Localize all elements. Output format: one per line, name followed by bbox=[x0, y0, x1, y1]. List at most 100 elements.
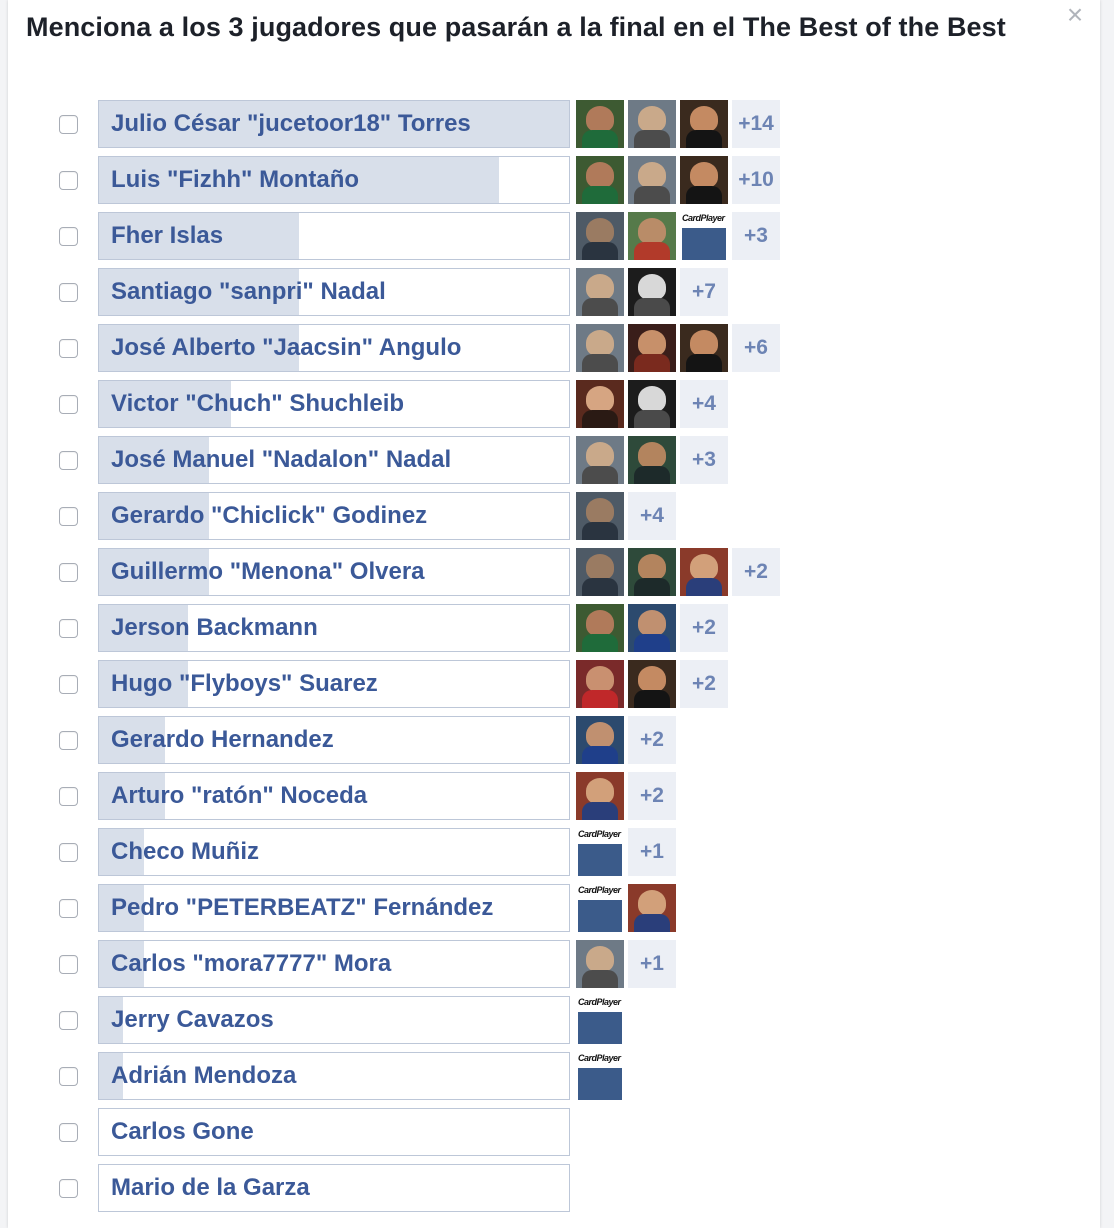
more-voters-count[interactable]: +1 bbox=[628, 940, 676, 988]
voter-avatar-sunglasses-man[interactable] bbox=[680, 100, 728, 148]
voter-avatar-cardplayer-logo[interactable]: CardPlayer bbox=[680, 212, 728, 260]
vote-checkbox[interactable] bbox=[59, 395, 78, 414]
vote-checkbox[interactable] bbox=[59, 451, 78, 470]
vote-checkbox[interactable] bbox=[59, 843, 78, 862]
option-result-bar[interactable]: José Manuel "Nadalon" Nadal bbox=[98, 436, 570, 484]
vote-checkbox[interactable] bbox=[59, 955, 78, 974]
voter-avatar-cardplayer-logo[interactable]: CardPlayer bbox=[576, 1052, 624, 1100]
option-result-bar[interactable]: Checo Muñiz bbox=[98, 828, 570, 876]
voter-avatar-cardplayer-logo[interactable]: CardPlayer bbox=[576, 884, 624, 932]
more-voters-count[interactable]: +6 bbox=[732, 324, 780, 372]
vote-checkbox[interactable] bbox=[59, 283, 78, 302]
voter-avatar-two-players[interactable] bbox=[628, 100, 676, 148]
cardplayer-logo-text: CardPlayer bbox=[578, 829, 621, 839]
more-voters-count[interactable]: +14 bbox=[732, 100, 780, 148]
option-result-bar[interactable]: Guillermo "Menona" Olvera bbox=[98, 548, 570, 596]
vote-checkbox[interactable] bbox=[59, 563, 78, 582]
option-result-bar[interactable]: Hugo "Flyboys" Suarez bbox=[98, 660, 570, 708]
more-voters-count[interactable]: +2 bbox=[628, 716, 676, 764]
vote-checkbox[interactable] bbox=[59, 171, 78, 190]
close-icon[interactable]: × bbox=[1062, 1, 1088, 29]
option-result-bar[interactable]: Carlos Gone bbox=[98, 1108, 570, 1156]
voter-avatar-sunglasses-man[interactable] bbox=[628, 660, 676, 708]
voter-avatar-green-man[interactable] bbox=[576, 604, 624, 652]
vote-checkbox[interactable] bbox=[59, 675, 78, 694]
option-label: Jerson Backmann bbox=[111, 614, 318, 641]
option-result-bar[interactable]: José Alberto "Jaacsin" Angulo bbox=[98, 324, 570, 372]
voter-avatar-player-chips[interactable] bbox=[628, 324, 676, 372]
vote-checkbox[interactable] bbox=[59, 787, 78, 806]
voter-avatar-red-shirt-man[interactable] bbox=[576, 660, 624, 708]
voter-avatar-poker-table[interactable] bbox=[576, 212, 624, 260]
voter-avatar-man-with-dog[interactable] bbox=[576, 772, 624, 820]
voter-avatar-poker-table[interactable] bbox=[576, 492, 624, 540]
vote-checkbox[interactable] bbox=[59, 619, 78, 638]
option-label: Gerardo Hernandez bbox=[111, 726, 334, 753]
voter-avatar-green-man[interactable] bbox=[576, 100, 624, 148]
option-result-bar[interactable]: Julio César "jucetoor18" Torres bbox=[98, 100, 570, 148]
voter-avatar-two-players[interactable] bbox=[576, 436, 624, 484]
voter-avatar-cardplayer-logo[interactable]: CardPlayer bbox=[576, 996, 624, 1044]
poll-option-row: Mario de la Garza bbox=[8, 1164, 1100, 1212]
voter-avatar-woman-portrait[interactable] bbox=[576, 380, 624, 428]
voter-avatar-green-man[interactable] bbox=[576, 156, 624, 204]
option-result-bar[interactable]: Adrián Mendoza bbox=[98, 1052, 570, 1100]
voter-avatar-blue-cap-player[interactable] bbox=[576, 716, 624, 764]
voter-avatar-two-players[interactable] bbox=[628, 156, 676, 204]
option-result-bar[interactable]: Carlos "mora7777" Mora bbox=[98, 940, 570, 988]
option-result-bar[interactable]: Arturo "ratón" Noceda bbox=[98, 772, 570, 820]
option-label: Arturo "ratón" Noceda bbox=[111, 782, 368, 809]
voter-avatar-two-players[interactable] bbox=[576, 324, 624, 372]
vote-checkbox[interactable] bbox=[59, 731, 78, 750]
more-voters-count[interactable]: +2 bbox=[680, 604, 728, 652]
vote-checkbox[interactable] bbox=[59, 899, 78, 918]
voter-avatar-man-at-table[interactable] bbox=[628, 436, 676, 484]
poll-option-row: Pedro "PETERBEATZ" Fernández CardPlayer bbox=[8, 884, 1100, 932]
more-voters-count[interactable]: +3 bbox=[732, 212, 780, 260]
option-result-bar[interactable]: Santiago "sanpri" Nadal bbox=[98, 268, 570, 316]
option-result-bar[interactable]: Luis "Fizhh" Montaño bbox=[98, 156, 570, 204]
more-voters-count[interactable]: +4 bbox=[680, 380, 728, 428]
option-result-bar[interactable]: Victor "Chuch" Shuchleib bbox=[98, 380, 570, 428]
more-voters-count[interactable]: +4 bbox=[628, 492, 676, 540]
voter-avatar-two-players[interactable] bbox=[576, 268, 624, 316]
option-result-bar[interactable]: Fher Islas bbox=[98, 212, 570, 260]
option-result-bar[interactable]: Mario de la Garza bbox=[98, 1164, 570, 1212]
voter-avatar-cardplayer-logo[interactable]: CardPlayer bbox=[576, 828, 624, 876]
voter-avatar-man-with-dog[interactable] bbox=[628, 884, 676, 932]
more-voters-count[interactable]: +2 bbox=[732, 548, 780, 596]
option-result-bar[interactable]: Jerson Backmann bbox=[98, 604, 570, 652]
voter-avatar-bw-couple[interactable] bbox=[628, 380, 676, 428]
vote-checkbox[interactable] bbox=[59, 339, 78, 358]
voter-avatar-blue-cap-player[interactable] bbox=[628, 604, 676, 652]
more-voters-count[interactable]: +10 bbox=[732, 156, 780, 204]
more-voters-count[interactable]: +2 bbox=[680, 660, 728, 708]
option-label: Pedro "PETERBEATZ" Fernández bbox=[111, 894, 494, 921]
option-label: Fher Islas bbox=[111, 222, 224, 249]
voter-avatar-poker-table[interactable] bbox=[576, 548, 624, 596]
voter-avatar-man-at-table[interactable] bbox=[628, 548, 676, 596]
more-voters-count[interactable]: +3 bbox=[680, 436, 728, 484]
option-result-bar[interactable]: Jerry Cavazos bbox=[98, 996, 570, 1044]
vote-checkbox[interactable] bbox=[59, 1067, 78, 1086]
vote-checkbox[interactable] bbox=[59, 1179, 78, 1198]
voter-avatar-bw-couple[interactable] bbox=[628, 268, 676, 316]
poll-option-row: Checo Muñiz CardPlayer +1 bbox=[8, 828, 1100, 876]
more-voters-count[interactable]: +1 bbox=[628, 828, 676, 876]
voter-avatar-two-players[interactable] bbox=[576, 940, 624, 988]
more-voters-count[interactable]: +7 bbox=[680, 268, 728, 316]
vote-checkbox[interactable] bbox=[59, 227, 78, 246]
voter-avatar-sunglasses-man[interactable] bbox=[680, 324, 728, 372]
more-voters-count[interactable]: +2 bbox=[628, 772, 676, 820]
option-result-bar[interactable]: Gerardo Hernandez bbox=[98, 716, 570, 764]
vote-checkbox[interactable] bbox=[59, 1011, 78, 1030]
vote-checkbox[interactable] bbox=[59, 1123, 78, 1142]
option-result-bar[interactable]: Pedro "PETERBEATZ" Fernández bbox=[98, 884, 570, 932]
voter-avatar-sunglasses-man[interactable] bbox=[680, 156, 728, 204]
dialog-title: Menciona a los 3 jugadores que pasarán a… bbox=[26, 12, 1006, 42]
vote-checkbox[interactable] bbox=[59, 507, 78, 526]
voter-avatar-red-cap-man[interactable] bbox=[628, 212, 676, 260]
option-result-bar[interactable]: Gerardo "Chiclick" Godinez bbox=[98, 492, 570, 540]
vote-checkbox[interactable] bbox=[59, 115, 78, 134]
voter-avatar-man-with-dog[interactable] bbox=[680, 548, 728, 596]
